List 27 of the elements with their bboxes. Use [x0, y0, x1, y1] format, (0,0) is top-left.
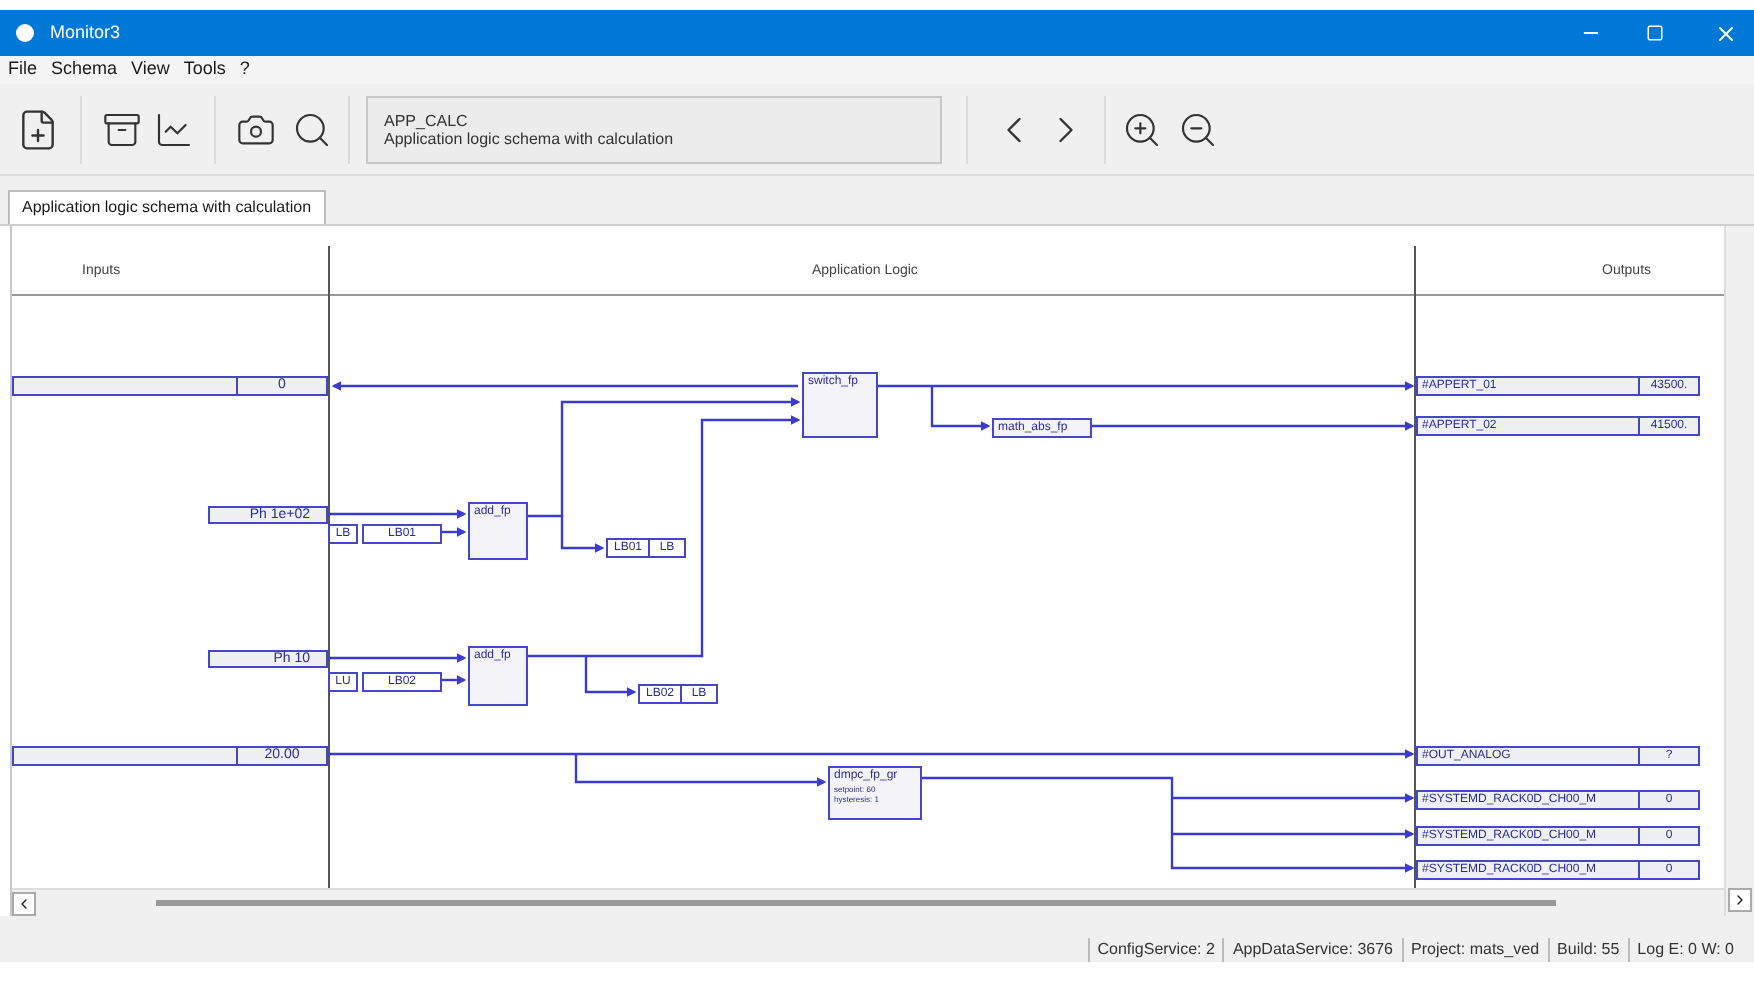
- status-text: AppDataService: 3676: [1222, 937, 1401, 961]
- maximize-icon[interactable]: [1646, 24, 1664, 42]
- chart-icon[interactable]: [154, 109, 194, 149]
- menu-item[interactable]: Schema: [51, 56, 118, 84]
- status-text: Log E: 0 W: 0: [1627, 937, 1742, 961]
- archive-icon[interactable]: [102, 109, 142, 149]
- window-title: Monitor3: [50, 19, 121, 46]
- app-icon: [16, 24, 34, 42]
- menu-item[interactable]: Tools: [183, 56, 226, 84]
- schema-tab[interactable]: Application logic schema with calculation: [8, 190, 326, 224]
- scroll-right-icon[interactable]: [1728, 888, 1752, 912]
- status-text: Build: 55: [1547, 937, 1628, 961]
- new-file-icon[interactable]: [16, 107, 60, 151]
- menu-item[interactable]: View: [131, 56, 170, 84]
- vertical-scrollbar[interactable]: [1724, 226, 1754, 916]
- menu-item[interactable]: File: [8, 56, 38, 84]
- schema-caption: Application logic schema with calculation: [384, 129, 676, 147]
- zoom-in-icon[interactable]: [1122, 109, 1162, 149]
- horizontal-scrollbar[interactable]: [12, 888, 1724, 916]
- menu-item[interactable]: ?: [239, 56, 250, 84]
- zoom-out-icon[interactable]: [1178, 109, 1218, 149]
- scroll-left-icon[interactable]: [12, 891, 36, 915]
- search-icon[interactable]: [292, 109, 332, 149]
- status-text: ConfigService: 2: [1087, 937, 1223, 961]
- status-text: Project: mats_ved: [1401, 937, 1548, 961]
- schema-id: APP_CALC: [384, 111, 470, 129]
- close-icon[interactable]: [1714, 21, 1738, 45]
